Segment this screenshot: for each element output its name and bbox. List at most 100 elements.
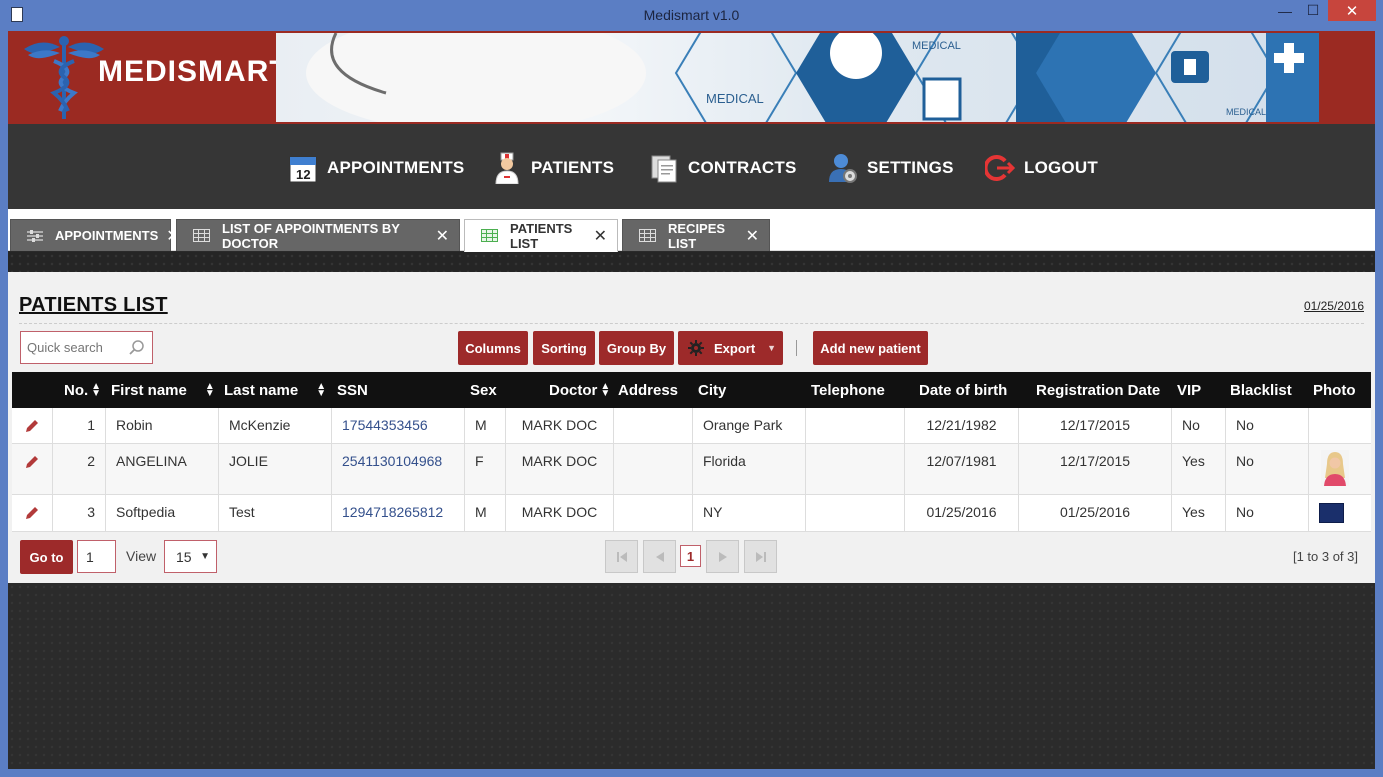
cell-ssn[interactable]: 17544353456	[332, 408, 465, 443]
cell-address	[614, 408, 693, 443]
current-date-link[interactable]: 01/25/2016	[1304, 299, 1364, 313]
chevron-down-icon: ▼	[767, 343, 777, 353]
grid-icon	[193, 229, 210, 243]
cell-telephone	[806, 444, 905, 494]
pencil-icon[interactable]	[24, 454, 40, 470]
tab-appointments-by-doctor[interactable]: LIST OF APPOINTMENTS BY DOCTOR ✕	[176, 219, 460, 251]
patient-photo[interactable]	[1321, 450, 1349, 486]
nav-contracts[interactable]: CONTRACTS	[648, 151, 797, 185]
cell-vip: Yes	[1172, 495, 1226, 531]
col-header-blacklist[interactable]: Blacklist	[1230, 372, 1292, 408]
medical-banner-image: MEDICAL MEDICAL MEDICAL	[276, 33, 1319, 122]
documents-icon	[648, 152, 680, 184]
nav-settings[interactable]: SETTINGS	[827, 151, 954, 185]
cell-doctor: MARK DOC	[506, 444, 614, 494]
calendar-icon: 12	[287, 152, 319, 184]
tab-close-icon[interactable]: ✕	[746, 226, 759, 246]
page-number-input[interactable]: 1	[77, 540, 116, 573]
search-icon[interactable]	[128, 339, 146, 357]
edit-cell[interactable]	[12, 444, 53, 494]
tab-strip: APPOINTMENTS ✕ LIST OF APPOINTMENTS BY D…	[8, 209, 1375, 252]
close-window-button[interactable]: ✕	[1328, 0, 1376, 21]
edit-cell[interactable]	[12, 408, 53, 443]
col-header-doctor[interactable]: Doctor ▲ ▼	[549, 372, 610, 408]
tab-close-icon[interactable]: ✕	[594, 226, 607, 246]
minimize-button[interactable]: —	[1271, 0, 1299, 21]
tab-close-icon[interactable]: ✕	[436, 226, 449, 246]
tab-recipes-list[interactable]: RECIPES LIST ✕	[622, 219, 770, 251]
cell-telephone	[806, 495, 905, 531]
table-row[interactable]: 3 Softpedia Test 1294718265812 M MARK DO…	[12, 495, 1371, 532]
nurse-icon	[491, 152, 523, 184]
col-header-photo[interactable]: Photo	[1313, 372, 1356, 408]
cell-last-name: JOLIE	[219, 444, 332, 494]
cell-ssn[interactable]: 2541130104968	[332, 444, 465, 494]
col-header-last-name[interactable]: Last name ▲ ▼	[224, 372, 334, 408]
grid-icon	[481, 229, 498, 243]
cell-photo	[1309, 408, 1371, 443]
cell-vip: Yes	[1172, 444, 1226, 494]
brand-name: MEDISMART	[98, 55, 289, 88]
next-page-button[interactable]	[706, 540, 739, 573]
nav-logout[interactable]: LOGOUT	[984, 151, 1098, 185]
cell-doctor: MARK DOC	[506, 495, 614, 531]
columns-button[interactable]: Columns	[458, 331, 528, 365]
table-row[interactable]: 2 ANGELINA JOLIE 2541130104968 F MARK DO…	[12, 444, 1371, 495]
quick-search[interactable]	[20, 331, 153, 364]
cell-no: 3	[53, 495, 106, 531]
col-header-sex[interactable]: Sex	[470, 372, 497, 408]
export-label: Export	[714, 340, 756, 356]
svg-text:MEDICAL: MEDICAL	[912, 40, 961, 52]
tab-appointments[interactable]: APPOINTMENTS ✕	[10, 219, 180, 251]
nav-patients[interactable]: PATIENTS	[491, 151, 614, 185]
group-by-button[interactable]: Group By	[599, 331, 674, 365]
col-header-vip[interactable]: VIP	[1177, 372, 1201, 408]
export-button[interactable]: Export ▼	[678, 331, 783, 365]
table-row[interactable]: 1 Robin McKenzie 17544353456 M MARK DOC …	[12, 408, 1371, 444]
current-page-indicator[interactable]: 1	[680, 545, 701, 567]
add-new-patient-button[interactable]: Add new patient	[813, 331, 928, 365]
sorting-button[interactable]: Sorting	[533, 331, 595, 365]
col-header-telephone[interactable]: Telephone	[811, 372, 885, 408]
maximize-button[interactable]: ☐	[1299, 0, 1327, 21]
go-to-page-button[interactable]: Go to	[20, 540, 73, 574]
pencil-icon[interactable]	[24, 418, 40, 434]
edit-cell[interactable]	[12, 495, 53, 531]
window-title: Medismart v1.0	[643, 7, 740, 23]
logout-icon	[984, 152, 1016, 184]
sort-icon: ▲ ▼	[600, 381, 611, 399]
toolbar-separator	[796, 340, 797, 356]
tab-patients-list[interactable]: PATIENTS LIST ✕	[464, 219, 618, 252]
col-header-ssn[interactable]: SSN	[337, 372, 368, 408]
page-size-select[interactable]: 15 ▼	[164, 540, 217, 573]
previous-page-button[interactable]	[643, 540, 676, 573]
last-page-button[interactable]	[744, 540, 777, 573]
view-label: View	[126, 548, 157, 564]
cell-dob: 01/25/2016	[905, 495, 1019, 531]
patient-photo[interactable]	[1319, 503, 1344, 523]
title-divider	[19, 323, 1364, 324]
previous-page-icon	[655, 551, 664, 562]
sort-icon: ▲ ▼	[204, 381, 215, 399]
col-header-no[interactable]: No. ▲ ▼	[64, 372, 101, 408]
col-header-dob[interactable]: Date of birth	[919, 372, 1007, 408]
cell-address	[614, 444, 693, 494]
col-header-first-name[interactable]: First name ▲ ▼	[111, 372, 217, 408]
col-header-city[interactable]: City	[698, 372, 726, 408]
quick-search-input[interactable]	[27, 340, 123, 355]
col-header-address[interactable]: Address	[618, 372, 678, 408]
cell-sex: M	[465, 408, 506, 443]
nav-appointments[interactable]: 12 APPOINTMENTS	[287, 151, 464, 185]
cell-last-name: McKenzie	[219, 408, 332, 443]
last-page-icon	[755, 551, 766, 562]
page-size-value: 15	[176, 549, 192, 565]
cell-dob: 12/21/1982	[905, 408, 1019, 443]
first-page-icon	[616, 551, 627, 562]
tab-label: APPOINTMENTS	[55, 228, 159, 243]
pencil-icon[interactable]	[24, 505, 40, 521]
first-page-button[interactable]	[605, 540, 638, 573]
nav-label-appointments: APPOINTMENTS	[327, 158, 465, 177]
col-header-reg-date[interactable]: Registration Date	[1036, 372, 1160, 408]
cell-ssn[interactable]: 1294718265812	[332, 495, 465, 531]
tab-label: RECIPES LIST	[668, 220, 726, 251]
